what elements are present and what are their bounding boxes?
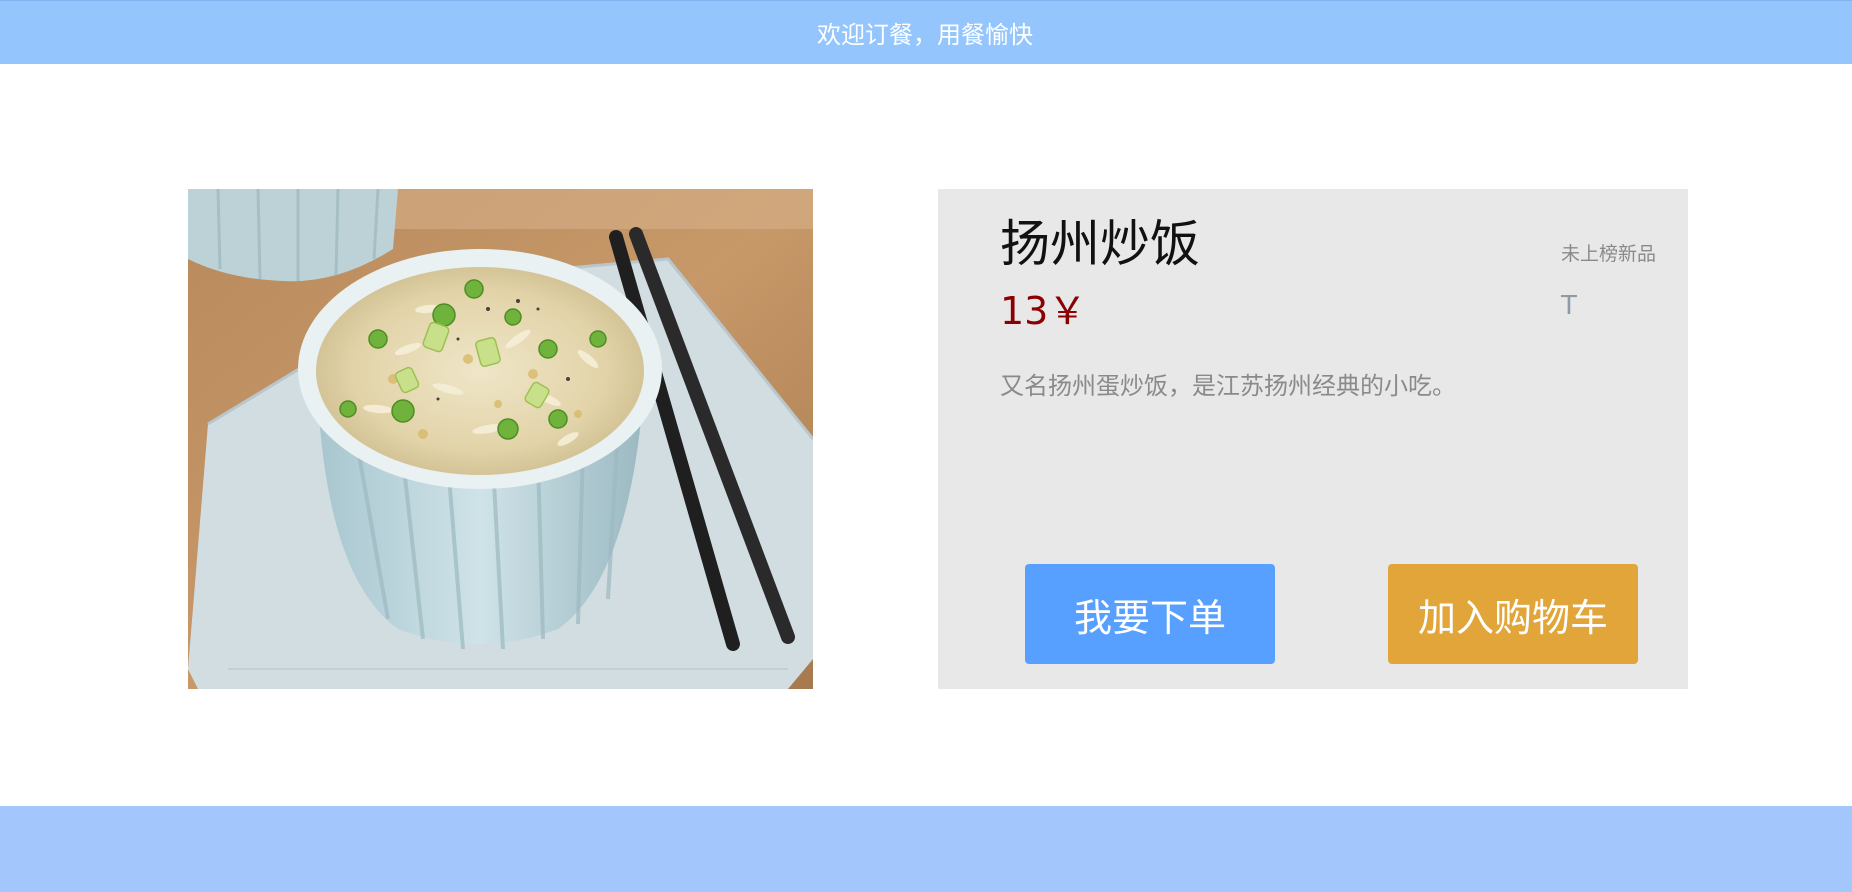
new-item-badge: 未上榜新品: [1560, 243, 1656, 265]
dish-price: 13￥: [1000, 289, 1087, 333]
dish-name: 扬州炒饭: [1000, 215, 1200, 273]
place-order-button[interactable]: 我要下单: [1025, 564, 1275, 664]
add-to-cart-button[interactable]: 加入购物车: [1388, 564, 1638, 664]
dish-info-card: 扬州炒饭 13￥ 又名扬州蛋炒饭，是江苏扬州经典的小吃。 未上榜新品 T 我要下…: [938, 189, 1688, 689]
badge-letter: T: [1561, 291, 1577, 321]
dish-photo: [188, 189, 813, 689]
footer-bar: [0, 806, 1852, 892]
welcome-title: 欢迎订餐，用餐愉快: [817, 21, 1033, 49]
header-bar: 欢迎订餐，用餐愉快: [0, 0, 1852, 64]
fried-rice-illustration: [188, 189, 813, 689]
dish-description: 又名扬州蛋炒饭，是江苏扬州经典的小吃。: [1000, 372, 1456, 400]
